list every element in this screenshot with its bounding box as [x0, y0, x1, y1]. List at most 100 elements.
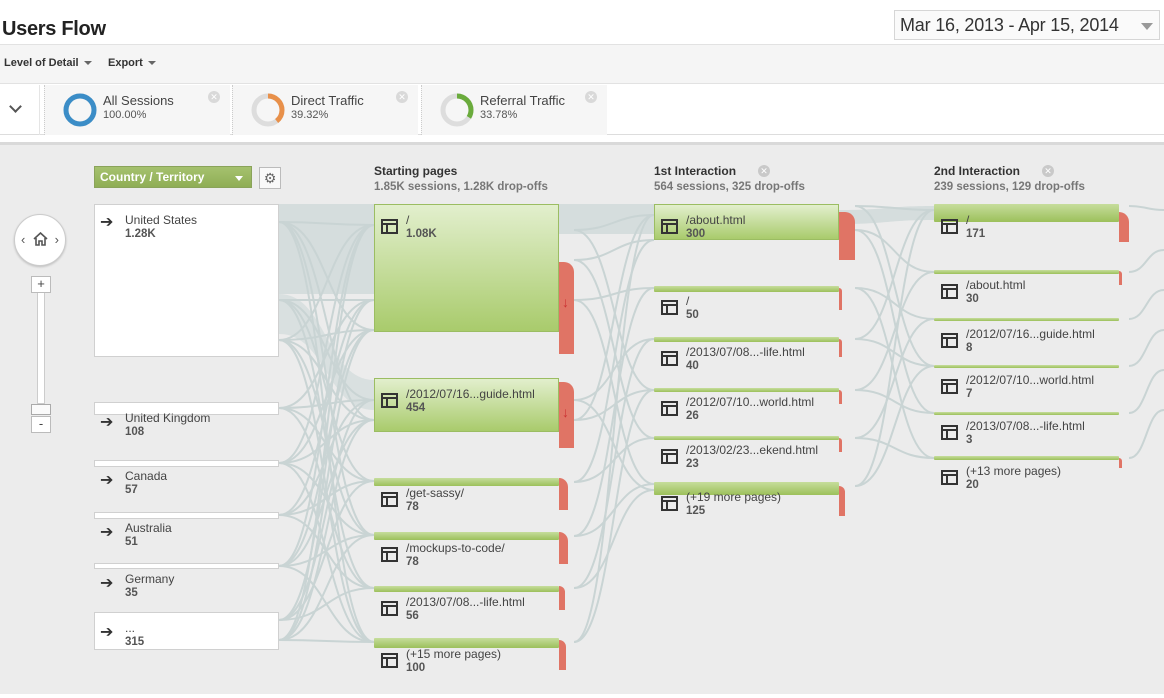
dropoff-bar[interactable]	[839, 212, 855, 260]
dropoff-bar[interactable]	[839, 390, 842, 404]
page-label: (+15 more pages) 100	[406, 647, 502, 674]
date-range-label: Mar 16, 2013 - Apr 15, 2014	[900, 15, 1119, 35]
segment-toggle[interactable]	[0, 85, 40, 135]
page-node-about[interactable]	[934, 270, 1119, 274]
page-node-get-sassy[interactable]	[374, 478, 559, 486]
page-node-about[interactable]	[654, 204, 839, 240]
chevron-down-icon	[9, 100, 22, 113]
page-node-life[interactable]	[654, 337, 839, 342]
page-label: /get-sassy/78	[406, 486, 465, 513]
remove-segment-icon[interactable]: ✕	[585, 91, 597, 103]
page-node-life[interactable]	[934, 412, 1119, 415]
home-icon[interactable]	[33, 232, 48, 246]
users-flow-app: Users Flow Mar 16, 2013 - Apr 15, 2014 L…	[0, 0, 1164, 698]
dropoff-bar[interactable]	[559, 586, 565, 610]
remove-segment-icon[interactable]: ✕	[208, 91, 220, 103]
entrance-arrow-icon: ➔	[100, 472, 114, 489]
segment-name: Direct Traffic	[291, 93, 364, 108]
page-label: /about.html 300	[686, 213, 746, 240]
arrow-down-icon: ↓	[562, 404, 569, 420]
page-icon	[941, 470, 958, 485]
page-node-root[interactable]	[374, 204, 559, 332]
pan-right-icon[interactable]: ›	[55, 232, 59, 247]
close-icon[interactable]: ✕	[1042, 165, 1055, 177]
dimension-selector[interactable]: Country / Territory	[94, 166, 252, 188]
dropoff-bar[interactable]	[1119, 212, 1129, 242]
page-icon	[941, 379, 958, 394]
country-label: Australia 51	[125, 521, 172, 548]
column-header-1st-interaction: 1st Interaction ✕ 564 sessions, 325 drop-…	[654, 164, 805, 193]
page-node-life[interactable]	[374, 586, 559, 592]
dropoff-bar[interactable]	[1119, 271, 1122, 285]
caret-down-icon	[83, 61, 92, 66]
caret-down-icon	[235, 176, 243, 181]
flow-ribbon	[559, 204, 654, 234]
level-of-detail-label: Level of Detail	[4, 57, 79, 69]
country-node-germany[interactable]	[94, 563, 279, 569]
segment-direct-traffic[interactable]: Direct Traffic 39.32% ✕	[232, 85, 418, 135]
close-icon[interactable]: ✕	[758, 165, 771, 177]
segment-referral-traffic[interactable]: Referral Traffic 33.78% ✕	[421, 85, 607, 135]
dropoff-bar[interactable]	[559, 640, 566, 670]
flow-line	[854, 437, 935, 459]
entrance-arrow-icon: ➔	[100, 214, 114, 231]
page-label: /2013/07/08...-life.html 3	[966, 419, 1085, 446]
page-label: /1.08K	[406, 213, 437, 240]
zoom-slider-handle[interactable]	[31, 404, 51, 415]
flow-line	[854, 365, 935, 487]
arrow-down-icon: ↓	[562, 294, 569, 310]
export-button[interactable]: Export	[108, 57, 156, 69]
dropoff-bar[interactable]	[559, 478, 568, 510]
page-label: /2012/07/16...guide.html 8	[966, 327, 1095, 354]
page-node-more[interactable]	[934, 456, 1119, 460]
country-label: United States 1.28K	[125, 213, 198, 240]
page-label: (+13 more pages) 20	[966, 464, 1062, 491]
flow-line	[1128, 409, 1164, 459]
segment-percent: 100.00%	[103, 109, 147, 121]
page-node-root[interactable]	[654, 286, 839, 292]
column-title: 2nd Interaction	[934, 164, 1021, 178]
page-icon	[381, 219, 398, 234]
dropoff-bar[interactable]	[839, 438, 842, 452]
export-label: Export	[108, 57, 143, 69]
level-of-detail-button[interactable]: Level of Detail	[4, 57, 92, 69]
page-node-world[interactable]	[654, 388, 839, 392]
page-node-world[interactable]	[934, 365, 1119, 368]
zoom-in-button[interactable]: +	[31, 276, 51, 293]
dropoff-bar[interactable]	[1119, 458, 1122, 468]
page-node-weekend[interactable]	[654, 436, 839, 440]
dropoff-bar[interactable]	[559, 532, 568, 564]
segment-ring-icon	[251, 93, 285, 127]
flow-line	[573, 338, 655, 589]
page-node-root[interactable]	[934, 204, 1119, 222]
page-icon	[381, 601, 398, 616]
flow-line	[854, 389, 935, 414]
country-node-canada[interactable]	[94, 460, 279, 467]
page-icon	[941, 333, 958, 348]
column-subtitle: 239 sessions, 129 drop-offs	[934, 181, 1085, 193]
country-node-australia[interactable]	[94, 512, 279, 519]
zoom-slider-track[interactable]	[37, 292, 45, 404]
segment-ring-icon	[440, 93, 474, 127]
dropoff-bar[interactable]	[839, 339, 842, 357]
page-label: /about.html 30	[966, 278, 1026, 305]
country-label: Canada 57	[125, 469, 168, 496]
pan-left-icon[interactable]: ‹	[21, 232, 25, 247]
page-icon	[941, 425, 958, 440]
column-subtitle: 1.85K sessions, 1.28K drop-offs	[374, 181, 548, 193]
pan-control[interactable]: ‹ ›	[14, 214, 66, 266]
remove-segment-icon[interactable]: ✕	[396, 91, 408, 103]
gear-icon[interactable]: ⚙	[259, 167, 281, 189]
column-header-2nd-interaction: 2nd Interaction ✕ 239 sessions, 129 drop-…	[934, 164, 1085, 193]
country-node-other[interactable]	[94, 612, 279, 650]
entrance-arrow-icon: ➔	[100, 414, 114, 431]
dropoff-bar[interactable]	[839, 288, 842, 310]
zoom-out-button[interactable]: -	[31, 416, 51, 433]
page-label: /2012/07/16...guide.html 454	[406, 387, 535, 414]
date-range-picker[interactable]: Mar 16, 2013 - Apr 15, 2014	[894, 10, 1160, 40]
page-label: /2013/02/23...ekend.html 23	[686, 443, 819, 470]
page-node-guide[interactable]	[934, 318, 1119, 321]
segment-all-sessions[interactable]: All Sessions 100.00% ✕	[44, 85, 230, 135]
dropoff-bar[interactable]	[839, 486, 845, 516]
page-node-mockups[interactable]	[374, 532, 559, 540]
